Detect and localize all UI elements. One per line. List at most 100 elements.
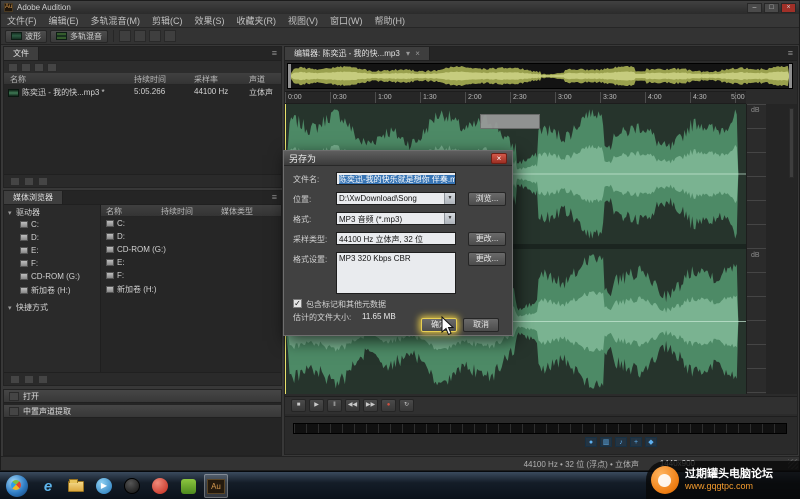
col-duration[interactable]: 持续时间 <box>134 74 166 85</box>
col-name[interactable]: 名称 <box>10 74 26 85</box>
chevron-down-icon[interactable]: ▼ <box>444 193 455 204</box>
col-duration[interactable]: 持续时间 <box>161 206 193 217</box>
center-channel-panel-bar[interactable]: 中置声道提取 <box>4 405 281 418</box>
close-button[interactable]: × <box>781 3 796 13</box>
media-footer-icon-2[interactable] <box>24 375 34 384</box>
meter-option-icon-5[interactable]: ◆ <box>645 437 657 447</box>
menu-clip[interactable]: 剪辑(C) <box>146 14 189 28</box>
taskbar-qq-icon[interactable] <box>120 474 144 498</box>
col-name[interactable]: 名称 <box>106 206 122 217</box>
tree-expand-icon[interactable]: ▾ <box>8 209 16 217</box>
format-value: MP3 音频 (*.mp3) <box>339 215 402 224</box>
minimize-button[interactable]: – <box>747 3 762 13</box>
media-item[interactable]: 新加卷 (H:) <box>106 284 286 297</box>
taskbar-ie-icon[interactable]: e <box>36 474 60 498</box>
insert-multitrack-icon[interactable] <box>47 63 57 72</box>
media-item[interactable]: CD-ROM (G:) <box>106 245 286 258</box>
overview-handle-right[interactable] <box>789 64 792 88</box>
files-panel-menu-icon[interactable]: ≡ <box>268 47 281 60</box>
meter-option-icon-1[interactable]: ● <box>585 437 597 447</box>
taskbar-green-app-icon[interactable] <box>176 474 200 498</box>
close-file-icon[interactable] <box>34 63 44 72</box>
cancel-button[interactable]: 取消 <box>463 318 499 332</box>
level-meter <box>293 423 787 434</box>
watermark-url: www.gqgtpc.com <box>685 481 773 492</box>
tab-files[interactable]: 文件 <box>4 47 39 60</box>
menu-view[interactable]: 视图(V) <box>282 14 324 28</box>
menu-favorites[interactable]: 收藏夹(R) <box>231 14 283 28</box>
media-item[interactable]: D: <box>106 232 286 245</box>
file-row[interactable]: 陈奕迅 - 我的快...mp3 * 5:05.266 44100 Hz 立体声 <box>4 87 281 100</box>
media-item[interactable]: C: <box>106 219 286 232</box>
media-browser-menu-icon[interactable]: ≡ <box>268 191 281 204</box>
metadata-checkbox[interactable]: ✓ <box>293 299 302 308</box>
play-button[interactable]: ▶ <box>309 399 324 412</box>
dialog-titlebar[interactable]: 另存为 × <box>284 151 512 166</box>
overview-strip[interactable] <box>287 63 793 89</box>
files-footer-icon-3[interactable] <box>38 177 48 186</box>
editor-panel-menu-icon[interactable]: ≡ <box>784 47 797 60</box>
open-panel-bar[interactable]: 打开 <box>4 390 281 403</box>
taskbar-music-app-icon[interactable] <box>148 474 172 498</box>
menu-window[interactable]: 窗口(W) <box>324 14 369 28</box>
open-file-icon[interactable] <box>21 63 31 72</box>
location-dropdown[interactable]: D:\XwDownload\Song ▼ <box>336 192 456 205</box>
record-button[interactable]: ● <box>381 399 396 412</box>
pause-button[interactable]: ‖ <box>327 399 342 412</box>
multitrack-view-button[interactable]: 多轨混音 <box>50 30 108 43</box>
lower-left-panels: 打开 中置声道提取 <box>3 389 282 456</box>
taskbar-audition-icon[interactable]: Au <box>204 474 228 498</box>
change-sample-type-button[interactable]: 更改... <box>468 232 506 246</box>
change-format-settings-button[interactable]: 更改... <box>468 252 506 266</box>
waveform-icon <box>11 32 22 40</box>
maximize-button[interactable]: □ <box>764 3 779 13</box>
vertical-scrollbar[interactable] <box>789 108 794 178</box>
col-mediatype[interactable]: 媒体类型 <box>221 206 253 217</box>
media-footer-icon-1[interactable] <box>10 375 20 384</box>
media-item[interactable]: F: <box>106 271 286 284</box>
rewind-button[interactable]: ◀◀ <box>345 399 360 412</box>
taskbar-explorer-icon[interactable] <box>64 474 88 498</box>
tree-root-drives[interactable]: ▾驱动器 <box>8 207 104 220</box>
chevron-down-icon[interactable]: ▼ <box>444 213 455 224</box>
tree-expand-icon[interactable]: ▾ <box>8 304 16 312</box>
editor-tab-close-icon[interactable]: × <box>415 49 420 58</box>
menu-help[interactable]: 帮助(H) <box>369 14 412 28</box>
media-item[interactable]: E: <box>106 258 286 271</box>
menu-multitrack[interactable]: 多轨混音(M) <box>85 14 147 28</box>
tab-media-browser[interactable]: 媒体浏览器 <box>4 191 63 204</box>
import-file-icon[interactable] <box>8 63 18 72</box>
tree-root-shortcuts[interactable]: ▾快捷方式 <box>8 302 104 315</box>
meter-option-icon-2[interactable]: ▥ <box>600 437 612 447</box>
waveform-view-button[interactable]: 波形 <box>5 30 47 43</box>
col-samplerate[interactable]: 采样率 <box>194 74 218 85</box>
dialog-close-button[interactable]: × <box>491 153 507 164</box>
meter-option-icon-3[interactable]: ♪ <box>615 437 627 447</box>
toolbar-tool-icon-2[interactable] <box>134 30 146 42</box>
format-dropdown[interactable]: MP3 音频 (*.mp3) ▼ <box>336 212 456 225</box>
tab-editor[interactable]: 编辑器: 陈奕迅 - 我的快...mp3 ▾ × <box>285 47 430 60</box>
editor-tab-caret-icon[interactable]: ▾ <box>406 49 410 58</box>
taskbar-media-player-icon[interactable]: ▶ <box>92 474 116 498</box>
menu-file[interactable]: 文件(F) <box>1 14 43 28</box>
toolbar-tool-icon-4[interactable] <box>164 30 176 42</box>
files-footer-icon-1[interactable] <box>10 177 20 186</box>
center-channel-icon <box>9 407 19 416</box>
browse-button[interactable]: 浏览... <box>468 192 506 206</box>
stop-button[interactable]: ■ <box>291 399 306 412</box>
toolbar-tool-icon-1[interactable] <box>119 30 131 42</box>
fast-forward-button[interactable]: ▶▶ <box>363 399 378 412</box>
menu-edit[interactable]: 编辑(E) <box>43 14 85 28</box>
toolbar-tool-icon-3[interactable] <box>149 30 161 42</box>
overview-handle-left[interactable] <box>288 64 291 88</box>
media-footer-icon-3[interactable] <box>38 375 48 384</box>
menu-effects[interactable]: 效果(S) <box>189 14 231 28</box>
loop-button[interactable]: ↻ <box>399 399 414 412</box>
files-footer-icon-2[interactable] <box>24 177 34 186</box>
filename-input[interactable]: 陈奕迅-我的快乐就是想你 伴奏.mp3 <box>336 172 456 185</box>
timeline-ruler[interactable]: 0:00 0:30 1:00 1:30 2:00 2:30 3:00 3:30 … <box>285 91 746 104</box>
col-channels[interactable]: 声道 <box>249 74 265 85</box>
db-ruler[interactable]: dB dB <box>746 104 766 394</box>
meter-option-icon-4[interactable]: + <box>630 437 642 447</box>
start-button[interactable] <box>6 475 28 497</box>
